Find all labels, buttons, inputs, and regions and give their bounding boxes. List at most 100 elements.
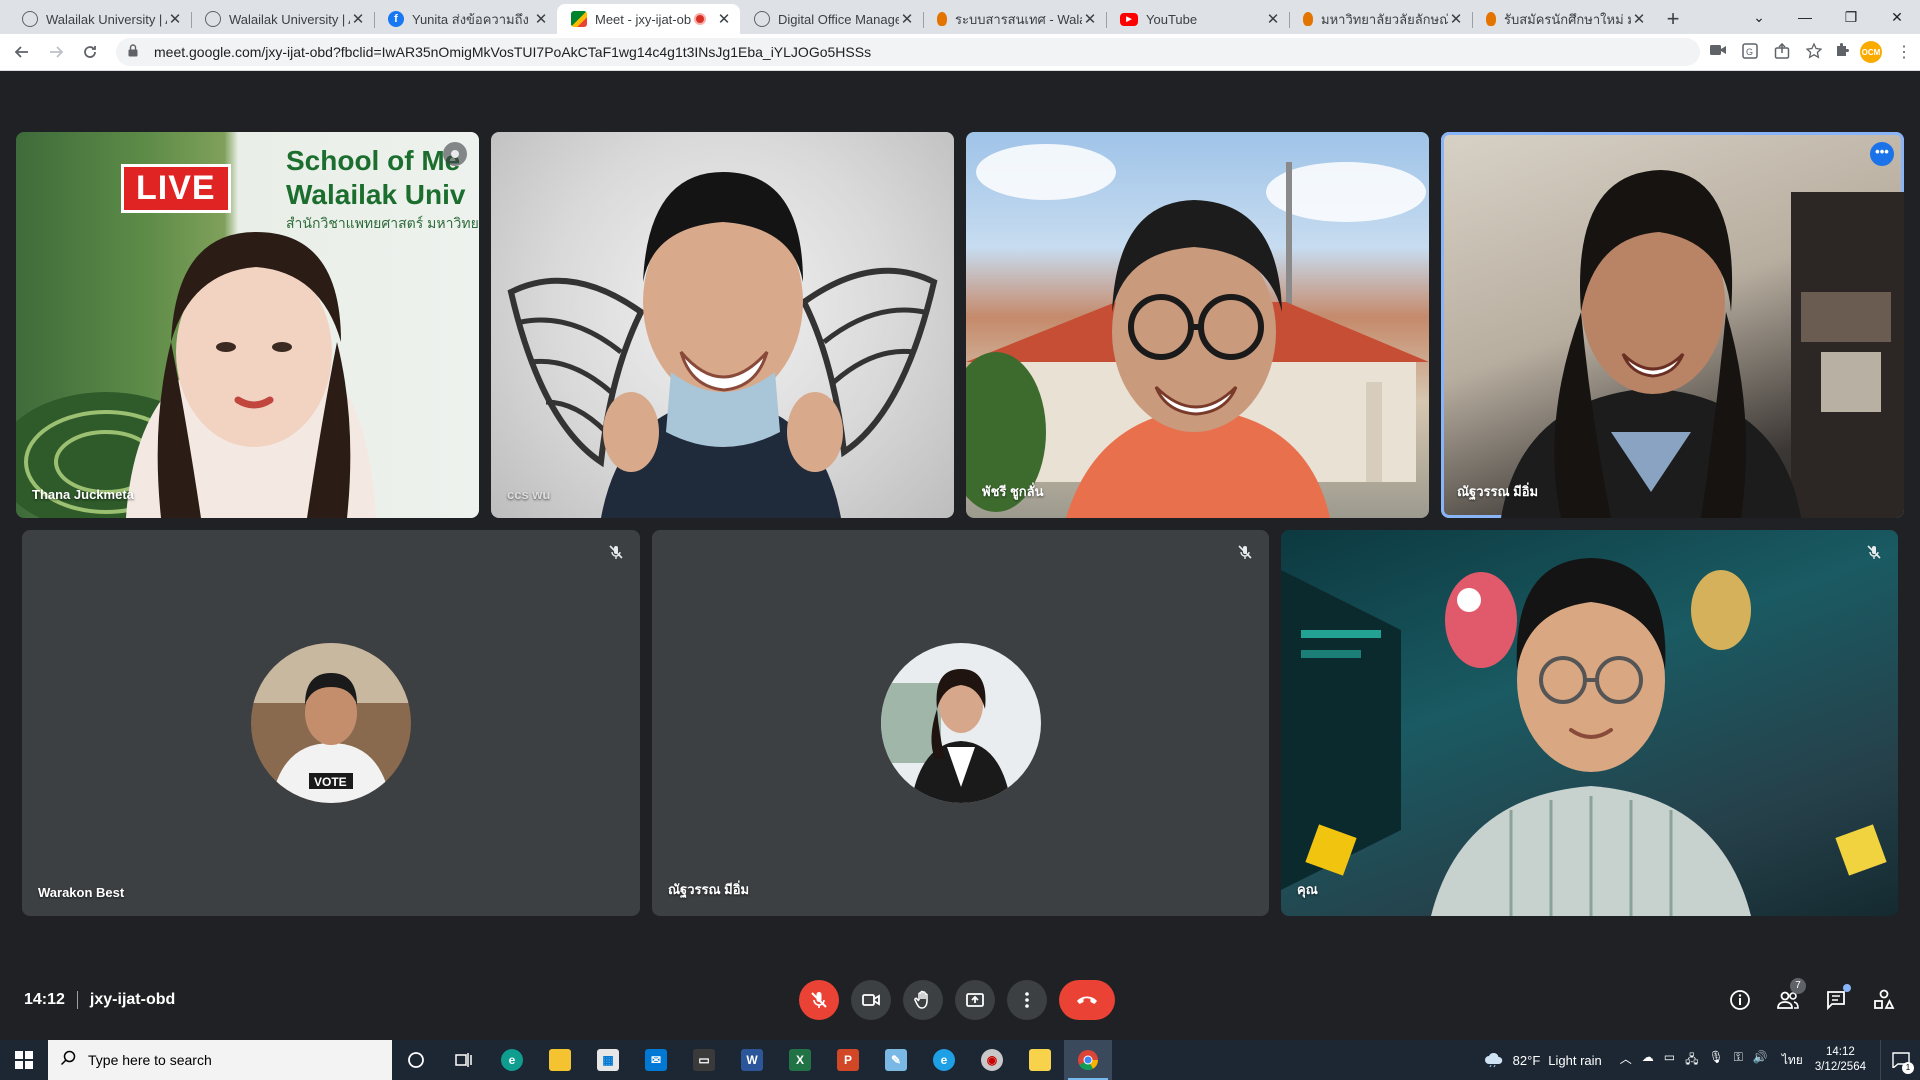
participant-name: พัชรี ชูกลั่น bbox=[982, 484, 1044, 499]
present-screen-button[interactable] bbox=[955, 980, 995, 1020]
participant-name: คุณ bbox=[1297, 882, 1318, 897]
close-tab-icon[interactable]: ✕ bbox=[350, 10, 366, 28]
globe-icon bbox=[754, 11, 770, 27]
usb-icon[interactable]: ⚿ bbox=[1734, 1050, 1743, 1071]
participant-video-scene bbox=[507, 172, 938, 518]
more-options-icon[interactable]: ••• bbox=[1870, 142, 1894, 166]
extensions-puzzle-icon[interactable] bbox=[1834, 42, 1850, 63]
url-text: meet.google.com/jxy-ijat-obd?fbclid=IwAR… bbox=[154, 44, 872, 60]
address-bar[interactable]: meet.google.com/jxy-ijat-obd?fbclid=IwAR… bbox=[116, 38, 1700, 66]
notification-count-badge: 1 bbox=[1902, 1062, 1914, 1074]
tab-title: รับสมัครนักศึกษาใหม่ มห bbox=[1504, 11, 1631, 27]
meeting-time: 14:12 bbox=[24, 991, 65, 1008]
toggle-camera-button[interactable] bbox=[851, 980, 891, 1020]
people-button[interactable]: 7 bbox=[1776, 978, 1806, 1012]
browser-tab-5[interactable]: Digital Office Manage ✕ bbox=[740, 4, 923, 34]
browser-tab-strip: Walailak University | A ✕ Walailak Univers… bbox=[0, 0, 1920, 34]
tab-search-icon[interactable]: ⌄ bbox=[1736, 9, 1782, 26]
pin-icon[interactable] bbox=[443, 142, 467, 166]
restore-button[interactable]: ❐ bbox=[1828, 9, 1874, 26]
browser-tab-3[interactable]: f Yunita ส่งข้อความถึง ลูก✕ bbox=[374, 4, 557, 34]
browser-tab-7[interactable]: ▶ YouTube ✕ bbox=[1106, 4, 1289, 34]
participant-tile-warakon[interactable]: VOTE Warakon Best bbox=[22, 530, 640, 916]
cloud-rain-icon bbox=[1484, 1052, 1502, 1068]
taskbar-powerpoint[interactable]: P bbox=[824, 1040, 872, 1080]
mail-icon: ✉ bbox=[645, 1049, 667, 1071]
close-tab-icon[interactable]: ✕ bbox=[1265, 10, 1281, 28]
browser-tab-4[interactable]: Meet - jxy-ijat-ob ✕ bbox=[557, 4, 740, 34]
taskbar-word[interactable]: W bbox=[728, 1040, 776, 1080]
chat-button[interactable] bbox=[1824, 984, 1851, 1012]
cortana-button[interactable] bbox=[392, 1040, 440, 1080]
participant-avatar bbox=[880, 643, 1041, 803]
action-center-button[interactable]: 1 bbox=[1880, 1040, 1920, 1080]
taskbar-app-generic[interactable]: ▭ bbox=[680, 1040, 728, 1080]
profile-avatar[interactable]: OCM bbox=[1860, 41, 1882, 63]
taskbar-notepad[interactable]: ✎ bbox=[872, 1040, 920, 1080]
participant-tile-ccs-wu[interactable]: ccs wu bbox=[491, 132, 954, 518]
input-language[interactable]: ไทย bbox=[1782, 1051, 1803, 1070]
minimize-button[interactable]: — bbox=[1782, 9, 1828, 25]
close-tab-icon[interactable]: ✕ bbox=[1631, 10, 1647, 28]
raise-hand-button[interactable] bbox=[903, 980, 943, 1020]
participant-name: Warakon Best bbox=[38, 885, 125, 900]
taskbar-sticky-notes[interactable] bbox=[1016, 1040, 1064, 1080]
leave-call-button[interactable] bbox=[1059, 980, 1115, 1020]
close-tab-icon[interactable]: ✕ bbox=[167, 10, 183, 28]
tab-title: มหาวิทยาลัยวลัยลักษณ์ bbox=[1321, 11, 1448, 27]
participant-tile-nattawan[interactable]: ••• ณัฐวรรณ มีอิ่ม bbox=[1441, 132, 1904, 518]
taskbar-internet-explorer[interactable]: e bbox=[920, 1040, 968, 1080]
store-bag-icon: ▦ bbox=[597, 1049, 619, 1071]
arrow-left-icon bbox=[14, 46, 28, 58]
start-button[interactable] bbox=[0, 1040, 48, 1080]
taskbar-mail[interactable]: ✉ bbox=[632, 1040, 680, 1080]
camera-in-use-icon[interactable] bbox=[1710, 43, 1726, 62]
weather-widget[interactable]: 82°F Light rain bbox=[1483, 1052, 1602, 1068]
show-hidden-icons-chevron-icon[interactable]: ︿ bbox=[1620, 1050, 1632, 1071]
share-icon[interactable] bbox=[1774, 42, 1790, 62]
meeting-details-button[interactable] bbox=[1728, 988, 1752, 1012]
close-tab-icon[interactable]: ✕ bbox=[1082, 10, 1098, 28]
task-view-button[interactable] bbox=[440, 1040, 488, 1080]
close-tab-icon[interactable]: ✕ bbox=[533, 10, 549, 28]
close-window-button[interactable]: ✕ bbox=[1874, 9, 1920, 26]
participant-tile-nattawan-2[interactable]: ณัฐวรรณ มีอิ่ม bbox=[652, 530, 1269, 916]
participant-tile-thana[interactable]: LIVE School of Me Walailak Univ สำนักวิช… bbox=[16, 132, 479, 518]
onedrive-cloud-icon[interactable]: ☁ bbox=[1642, 1050, 1654, 1071]
wu-icon bbox=[1486, 12, 1496, 26]
network-icon[interactable]: 🖧 bbox=[1685, 1050, 1698, 1071]
browser-tab-1[interactable]: Walailak University | A ✕ bbox=[8, 4, 191, 34]
participant-tile-patcharee[interactable]: พัชรี ชูกลั่น bbox=[966, 132, 1429, 518]
browser-tab-9[interactable]: รับสมัครนักศึกษาใหม่ มห ✕ bbox=[1472, 4, 1655, 34]
close-tab-icon[interactable]: ✕ bbox=[716, 10, 732, 28]
browser-tab-6[interactable]: ระบบสารสนเทศ - Walail ✕ bbox=[923, 4, 1106, 34]
display-icon[interactable]: ▭ bbox=[1664, 1050, 1675, 1071]
taskbar-file-explorer[interactable] bbox=[536, 1040, 584, 1080]
participant-name: ccs wu bbox=[507, 487, 551, 502]
more-options-button[interactable] bbox=[1007, 980, 1047, 1020]
new-tab-button[interactable]: + bbox=[1655, 4, 1691, 34]
bookmark-star-icon[interactable] bbox=[1805, 41, 1823, 62]
taskbar-excel[interactable]: X bbox=[776, 1040, 824, 1080]
forward-button[interactable] bbox=[42, 38, 70, 66]
close-tab-icon[interactable]: ✕ bbox=[1448, 10, 1464, 28]
taskbar-app-browser[interactable]: ◉ bbox=[968, 1040, 1016, 1080]
browser-tab-2[interactable]: Walailak University | A ✕ bbox=[191, 4, 374, 34]
taskbar-edge[interactable]: e bbox=[488, 1040, 536, 1080]
browser-menu-icon[interactable]: ⋮ bbox=[1896, 42, 1912, 62]
microphone-icon[interactable]: 🎙 bbox=[1709, 1050, 1724, 1071]
taskbar-clock[interactable]: 14:12 3/12/2564 bbox=[1815, 1045, 1866, 1075]
volume-icon[interactable]: 🔊 bbox=[1753, 1050, 1768, 1071]
browser-tab-8[interactable]: มหาวิทยาลัยวลัยลักษณ์ ✕ bbox=[1289, 4, 1472, 34]
taskbar-chrome[interactable] bbox=[1064, 1040, 1112, 1080]
back-button[interactable] bbox=[8, 38, 36, 66]
reload-button[interactable] bbox=[76, 38, 104, 66]
taskbar-search-box[interactable]: Type here to search bbox=[48, 1040, 392, 1080]
taskbar-store[interactable]: ▦ bbox=[584, 1040, 632, 1080]
toggle-microphone-button[interactable] bbox=[799, 980, 839, 1020]
arrow-right-icon bbox=[50, 46, 64, 58]
close-tab-icon[interactable]: ✕ bbox=[899, 10, 915, 28]
translate-icon[interactable]: G bbox=[1742, 42, 1758, 62]
participant-tile-self[interactable]: คุณ bbox=[1281, 530, 1898, 916]
activities-button[interactable] bbox=[1872, 988, 1896, 1012]
